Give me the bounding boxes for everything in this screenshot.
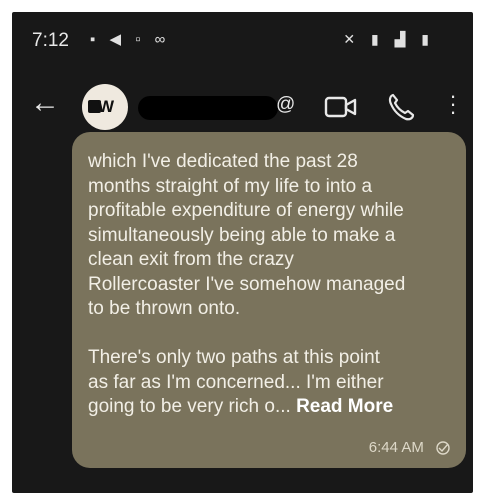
video-call-icon[interactable] bbox=[324, 94, 358, 120]
message-line: Rollercoaster I've somehow managed bbox=[88, 273, 406, 295]
message-line-last: going to be very rich o... Read More bbox=[88, 395, 456, 420]
read-more-link[interactable]: Read More bbox=[296, 396, 393, 417]
redacted-contact-name[interactable] bbox=[138, 96, 278, 120]
phone-screen: 7:12 ▪ ◀ ▫ ∞ ✕ ▮ ▟ ▮ ← W @ · · · which I'v… bbox=[12, 12, 473, 493]
message-line: as far as I'm concerned... I'm either bbox=[88, 371, 384, 393]
message-text: which I've dedicated the past 28 months … bbox=[88, 150, 456, 420]
message-line: There's only two paths at this point bbox=[88, 347, 380, 368]
message-line: profitable expenditure of energy while bbox=[88, 200, 404, 221]
message-meta: 6:44 AM bbox=[369, 439, 452, 456]
read-receipt-icon bbox=[436, 441, 450, 455]
status-bar: 7:12 ▪ ◀ ▫ ∞ ✕ ▮ ▟ ▮ bbox=[12, 12, 473, 72]
at-mention-icon: @ bbox=[276, 94, 296, 115]
phone-call-icon[interactable] bbox=[387, 92, 415, 122]
status-time: 7:12 bbox=[32, 30, 69, 51]
contact-avatar[interactable]: W bbox=[82, 84, 128, 130]
message-truncated-text: going to be very rich o... bbox=[88, 396, 297, 417]
notification-icons: ▪ ◀ ▫ ∞ bbox=[90, 31, 171, 48]
message-line: months straight of my life to into a bbox=[88, 175, 373, 197]
avatar-initials: W bbox=[98, 97, 115, 116]
message-timestamp: 6:44 AM bbox=[368, 439, 424, 456]
message-line: to be thrown onto. bbox=[88, 298, 241, 319]
message-line: which I've dedicated the past 28 bbox=[88, 151, 358, 172]
more-options-icon[interactable]: · · · bbox=[448, 85, 458, 123]
back-arrow-icon[interactable]: ← bbox=[30, 88, 60, 118]
message-line: simultaneously being able to make a bbox=[88, 224, 396, 246]
chat-area: which I've dedicated the past 28 months … bbox=[12, 132, 473, 493]
message-bubble[interactable]: which I've dedicated the past 28 months … bbox=[72, 132, 466, 468]
system-status-icons: ✕ ▮ ▟ ▮ bbox=[343, 31, 435, 47]
message-line: clean exit from the crazy bbox=[88, 249, 294, 270]
